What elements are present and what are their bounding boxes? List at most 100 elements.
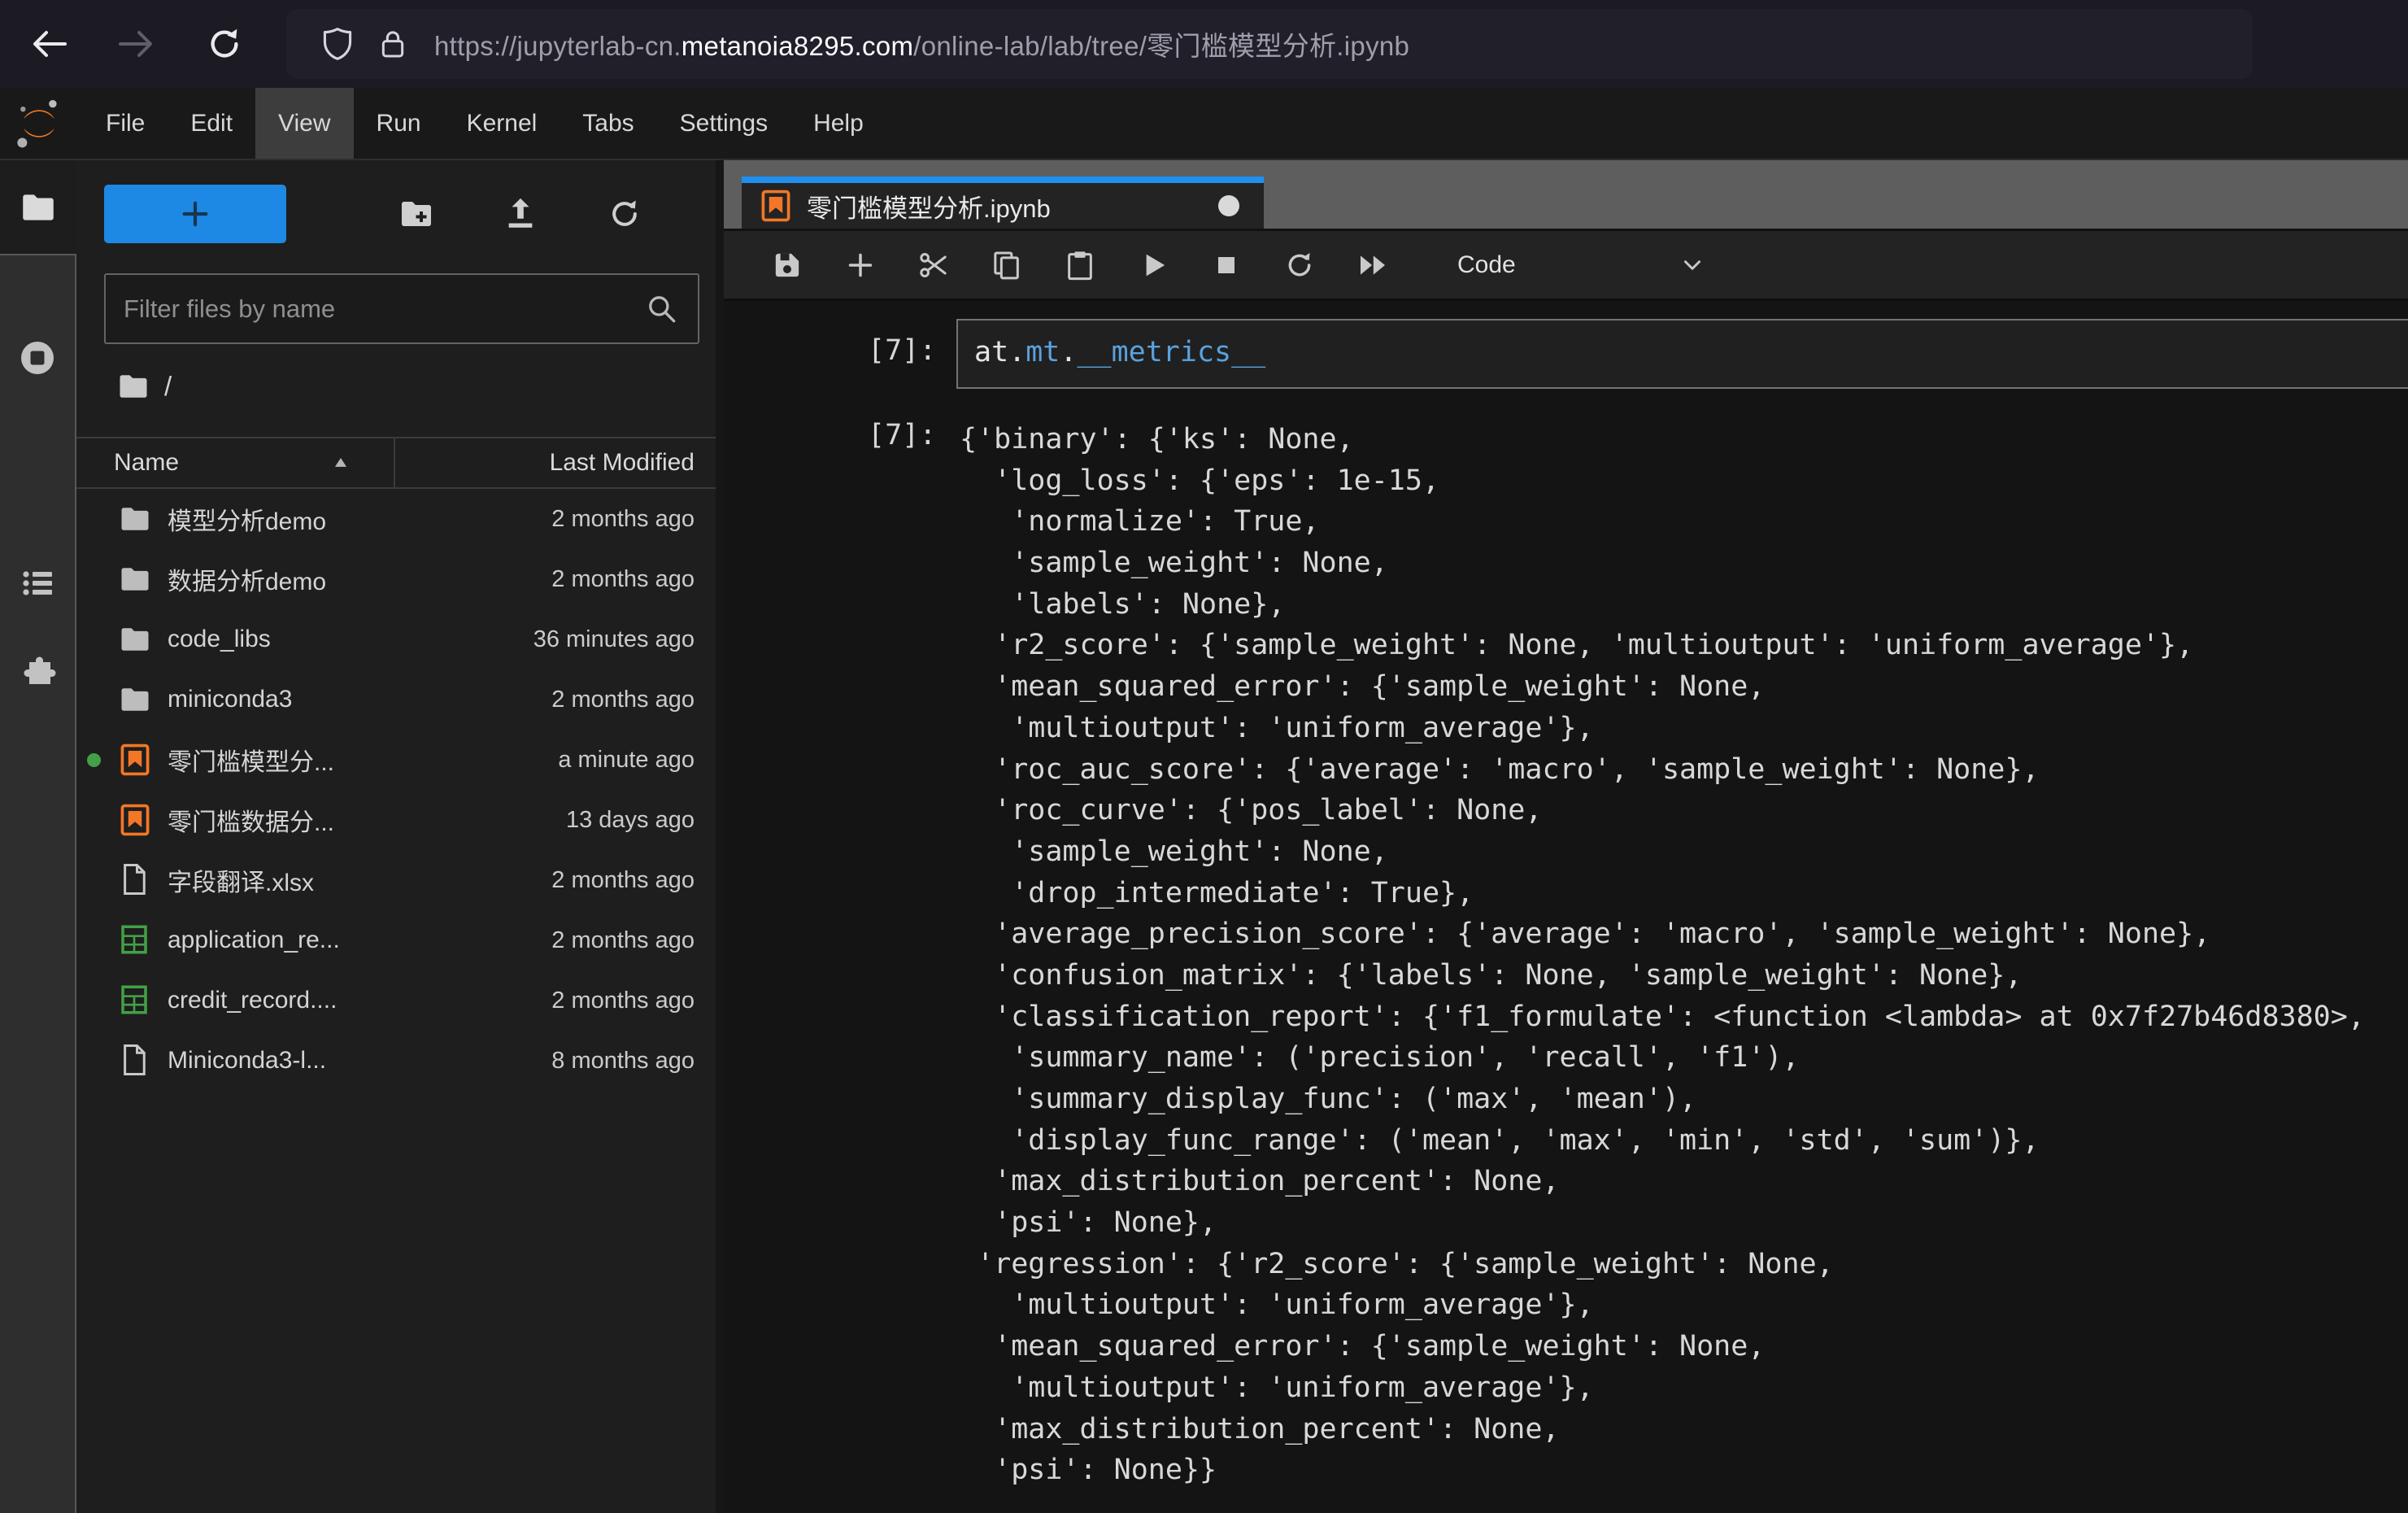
output-line: 'classification_report': {'f1_formulate'… bbox=[960, 996, 2365, 1038]
file-list-item[interactable]: Miniconda3-l... 8 months ago bbox=[76, 1031, 716, 1091]
file-list-item[interactable]: 零门槛数据分... 13 days ago bbox=[76, 790, 716, 850]
plus-icon bbox=[179, 198, 211, 230]
lock-icon[interactable] bbox=[374, 25, 411, 63]
output-line: 'display_func_range': ('mean', 'max', 'm… bbox=[960, 1120, 2365, 1162]
file-name: credit_record.... bbox=[168, 987, 337, 1014]
output-line: 'roc_curve': {'pos_label': None, bbox=[960, 790, 2365, 831]
output-line: 'psi': None}} bbox=[960, 1450, 2365, 1491]
file-modified: a minute ago bbox=[558, 747, 716, 774]
output-line: 'mean_squared_error': {'sample_weight': … bbox=[960, 666, 2365, 708]
output-line: 'log_loss': {'eps': 1e-15, bbox=[960, 460, 2365, 502]
file-browser-tab-icon[interactable] bbox=[18, 187, 59, 228]
filter-box bbox=[104, 273, 699, 344]
cell-code: at.mt.__metrics__ bbox=[958, 320, 2408, 368]
file-name: miniconda3 bbox=[168, 686, 292, 713]
activity-bar bbox=[0, 160, 76, 1513]
file-list-item[interactable]: application_re... 2 months ago bbox=[76, 910, 716, 970]
restart-run-all-button[interactable] bbox=[1350, 242, 1396, 288]
table-of-contents-icon[interactable] bbox=[18, 564, 57, 603]
menu-item[interactable]: Settings bbox=[657, 88, 790, 159]
copy-cells-button[interactable] bbox=[984, 242, 1030, 288]
output-line: 'multioutput': 'uniform_average'}, bbox=[960, 708, 2365, 749]
url-prefix: https://jupyterlab-cn. bbox=[434, 31, 681, 61]
cell-type-dropdown[interactable]: Code bbox=[1457, 251, 1706, 279]
paste-cells-button[interactable] bbox=[1057, 242, 1103, 288]
save-button[interactable] bbox=[764, 242, 810, 288]
running-sessions-icon[interactable] bbox=[18, 338, 57, 377]
cell-output-prompt: [7]: bbox=[868, 419, 936, 451]
output-line: 'roc_auc_score': {'average': 'macro', 's… bbox=[960, 749, 2365, 791]
folder-icon bbox=[117, 501, 153, 537]
output-line: 'max_distribution_percent': None, bbox=[960, 1161, 2365, 1202]
jupyterlab-menu-bar: File Edit View Run Kernel Tabs Settings … bbox=[0, 88, 2408, 160]
file-list-item[interactable]: 零门槛模型分... a minute ago bbox=[76, 730, 716, 790]
menu-item[interactable]: Kernel bbox=[444, 88, 560, 159]
file-name: 零门槛模型分... bbox=[168, 742, 334, 778]
file-name: 字段翻译.xlsx bbox=[168, 862, 314, 898]
unsaved-file-dot bbox=[87, 753, 101, 767]
new-launcher-button[interactable] bbox=[104, 185, 286, 243]
file-list-item[interactable]: 模型分析demo 2 months ago bbox=[76, 489, 716, 549]
interrupt-kernel-button[interactable] bbox=[1204, 242, 1249, 288]
insert-cell-button[interactable] bbox=[838, 242, 883, 288]
column-header-modified[interactable]: Last Modified bbox=[395, 449, 716, 477]
menu-item[interactable]: Run bbox=[354, 88, 444, 159]
output-line: 'summary_display_func': ('max', 'mean'), bbox=[960, 1079, 2365, 1120]
jupyter-logo-icon bbox=[13, 88, 65, 159]
browser-reload-button[interactable] bbox=[198, 18, 250, 70]
folder-icon bbox=[117, 561, 153, 597]
output-line: {'binary': {'ks': None, bbox=[960, 419, 2365, 460]
file-browser-panel: / Name Last Modified 模型分析demo 2 months a… bbox=[76, 160, 716, 1513]
file-modified: 13 days ago bbox=[566, 807, 716, 834]
menu-item[interactable]: View bbox=[255, 88, 353, 159]
restart-kernel-button[interactable] bbox=[1277, 242, 1322, 288]
file-icon bbox=[117, 862, 153, 898]
browser-forward-button[interactable] bbox=[111, 18, 163, 70]
notebook-scroll-area[interactable]: [7]: at.mt.__metrics__ [7]: {'binary': {… bbox=[724, 301, 2408, 1513]
cell-input-prompt: [7]: bbox=[868, 334, 936, 367]
cell-output-text: {'binary': {'ks': None, 'log_loss': {'ep… bbox=[960, 419, 2365, 1491]
home-folder-icon[interactable] bbox=[115, 368, 151, 404]
menu-item[interactable]: File bbox=[83, 88, 168, 159]
cut-cells-button[interactable] bbox=[911, 242, 956, 288]
menu-item[interactable]: Tabs bbox=[560, 88, 656, 159]
cell-code-editor[interactable]: at.mt.__metrics__ bbox=[956, 319, 2408, 389]
run-cell-button[interactable] bbox=[1130, 242, 1176, 288]
file-modified: 2 months ago bbox=[551, 988, 716, 1014]
shield-icon[interactable] bbox=[319, 25, 356, 63]
file-list-header: Name Last Modified bbox=[76, 437, 716, 489]
file-list-item[interactable]: credit_record.... 2 months ago bbox=[76, 970, 716, 1031]
browser-toolbar: https://jupyterlab-cn.metanoia8295.com/o… bbox=[0, 0, 2408, 88]
sort-ascending-icon bbox=[330, 452, 351, 473]
new-folder-button[interactable] bbox=[395, 193, 438, 235]
notebook-icon bbox=[117, 802, 153, 838]
menu-items: File Edit View Run Kernel Tabs Settings … bbox=[83, 88, 886, 159]
file-modified: 2 months ago bbox=[551, 687, 716, 713]
file-modified: 2 months ago bbox=[551, 867, 716, 894]
column-header-name[interactable]: Name bbox=[76, 438, 395, 487]
file-modified: 2 months ago bbox=[551, 566, 716, 593]
file-list-item[interactable]: 数据分析demo 2 months ago bbox=[76, 549, 716, 609]
file-list-item[interactable]: miniconda3 2 months ago bbox=[76, 669, 716, 730]
breadcrumb-root[interactable]: / bbox=[164, 371, 172, 402]
output-line: 'regression': {'r2_score': {'sample_weig… bbox=[960, 1244, 2365, 1285]
output-line: 'labels': None}, bbox=[960, 584, 2365, 626]
filter-files-input[interactable] bbox=[124, 294, 644, 324]
file-list-item[interactable]: 字段翻译.xlsx 2 months ago bbox=[76, 850, 716, 910]
upload-button[interactable] bbox=[499, 193, 542, 235]
dock-tab-bar: 零门槛模型分析.ipynb bbox=[724, 160, 2408, 231]
folder-icon bbox=[117, 621, 153, 657]
output-line: 'multioutput': 'uniform_average'}, bbox=[960, 1367, 2365, 1409]
unsaved-indicator-dot[interactable] bbox=[1218, 195, 1239, 216]
browser-back-button[interactable] bbox=[23, 18, 75, 70]
address-bar[interactable]: https://jupyterlab-cn.metanoia8295.com/o… bbox=[286, 9, 2253, 79]
menu-item[interactable]: Edit bbox=[168, 88, 255, 159]
file-list-item[interactable]: code_libs 36 minutes ago bbox=[76, 609, 716, 669]
file-icon bbox=[117, 1043, 153, 1079]
output-line: 'drop_intermediate': True}, bbox=[960, 873, 2365, 914]
menu-item[interactable]: Help bbox=[790, 88, 886, 159]
refresh-button[interactable] bbox=[603, 193, 646, 235]
notebook-tab[interactable]: 零门槛模型分析.ipynb bbox=[742, 177, 1264, 229]
file-name: application_re... bbox=[168, 927, 340, 954]
extension-manager-icon[interactable] bbox=[18, 652, 57, 691]
